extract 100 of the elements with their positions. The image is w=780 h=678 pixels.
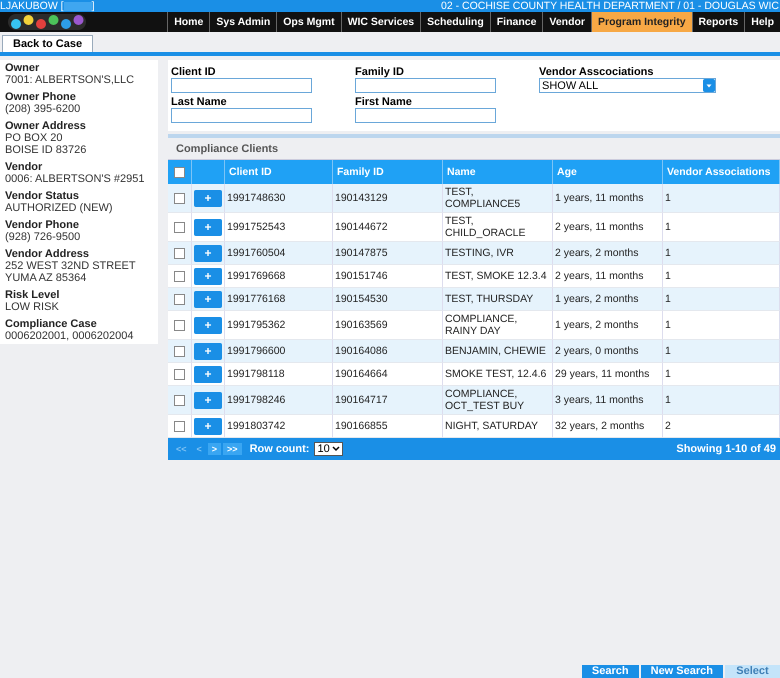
expand-button[interactable]: + — [194, 244, 222, 262]
input-field[interactable] — [171, 78, 312, 93]
table-cell: 1 — [663, 386, 780, 415]
info-value: AUTHORIZED (NEW) — [5, 202, 114, 214]
table-cell: TEST, THURSDAY — [443, 288, 553, 311]
user-name: LJAKUBOW [ — [0, 0, 64, 12]
checkbox[interactable] — [174, 420, 185, 432]
input-field[interactable] — [355, 108, 496, 123]
table-cell: 1 years, 11 months — [553, 184, 663, 213]
row-count-select[interactable]: 10 — [314, 442, 343, 456]
expand-button[interactable]: + — [194, 190, 222, 206]
checkbox[interactable] — [174, 222, 185, 232]
expand-button[interactable]: + — [194, 268, 222, 284]
info-value: (208) 395-6200 — [5, 103, 82, 115]
table-cell: 1 — [663, 184, 780, 213]
checkbox[interactable] — [174, 368, 185, 380]
info-value: 252 WEST 32ND STREET — [5, 260, 137, 272]
table-cell: 1991752543 — [225, 213, 333, 242]
info-value: BOISE ID 83726 — [5, 144, 88, 156]
info-label: Owner Phone — [5, 91, 77, 103]
table-cell: SMOKE TEST, 12.4.6 — [443, 363, 553, 386]
table-cell: COMPLIANCE, OCT_TEST BUY — [443, 386, 553, 415]
column-header: Vendor Associations — [663, 160, 780, 184]
table-cell: 190143129 — [333, 184, 443, 213]
action-button[interactable]: New Search — [640, 665, 723, 678]
pager-button[interactable]: > — [208, 443, 222, 455]
expand-button[interactable]: + — [194, 290, 222, 308]
checkbox[interactable] — [174, 394, 185, 406]
table-cell: 190164086 — [333, 340, 443, 363]
checkbox[interactable] — [174, 248, 185, 258]
table-cell: TEST, CHILD_ORACLE — [443, 213, 553, 242]
field-label: First Name — [355, 96, 413, 108]
table-cell: 190147875 — [333, 242, 443, 265]
table-cell: 2 years, 11 months — [553, 265, 663, 288]
table-cell: 1991798118 — [225, 363, 333, 386]
info-label: Compliance Case — [5, 318, 98, 330]
table-cell: 1 years, 2 months — [553, 288, 663, 311]
table-cell: 1 — [663, 265, 780, 288]
expand-button[interactable]: + — [194, 218, 222, 236]
column-header: Client ID — [225, 160, 333, 184]
table-cell: TESTING, IVR — [443, 242, 553, 265]
expand-button[interactable]: + — [194, 316, 222, 334]
table-cell: 190151746 — [333, 265, 443, 288]
expand-button[interactable]: + — [194, 366, 222, 382]
field-label: Family ID — [355, 66, 405, 78]
checkbox[interactable] — [174, 166, 185, 178]
caret-icon — [703, 79, 715, 92]
info-value: (928) 726-9500 — [5, 231, 82, 243]
back-to-case-button[interactable]: Back to Case — [2, 35, 94, 52]
table-cell: BENJAMIN, CHEWIE — [443, 340, 553, 363]
input-field[interactable] — [355, 78, 496, 93]
table-cell: 1991795362 — [225, 311, 333, 340]
expand-button[interactable]: + — [194, 342, 222, 360]
info-label: Vendor Status — [5, 190, 80, 202]
caret-icon — [332, 446, 340, 452]
field-label: Client ID — [171, 66, 217, 78]
table-cell: 2 years, 0 months — [553, 340, 663, 363]
nav-tab[interactable]: Program Integrity — [591, 12, 692, 32]
column-header: Family ID — [333, 160, 443, 184]
field-label: Last Name — [171, 96, 228, 108]
dropdown[interactable]: SHOW ALL — [539, 78, 716, 93]
input-field[interactable] — [171, 108, 312, 123]
table-cell: 1 — [663, 340, 780, 363]
info-label: Owner Address — [5, 120, 87, 132]
info-label: Owner — [5, 62, 40, 74]
table-cell: 1991760504 — [225, 242, 333, 265]
checkbox[interactable] — [174, 270, 185, 282]
table-cell: 2 — [663, 415, 780, 438]
info-value: PO BOX 20 — [5, 132, 64, 144]
checkbox[interactable] — [174, 294, 185, 304]
table-cell: 190154530 — [333, 288, 443, 311]
table-cell: 190164717 — [333, 386, 443, 415]
table-cell: TEST, COMPLIANCE5 — [443, 184, 553, 213]
organization-name: 02 - COCHISE COUNTY HEALTH DEPARTMENT / 01 - DOUGLAS WIC — [440, 0, 779, 12]
table-cell: 1 — [663, 242, 780, 265]
table-cell: 1991748630 — [225, 184, 333, 213]
table-cell: 190163569 — [333, 311, 443, 340]
checkbox[interactable] — [174, 192, 185, 204]
checkbox[interactable] — [174, 320, 185, 330]
table-cell: 1991776168 — [225, 288, 333, 311]
field-label: Vendor Asscociations — [539, 66, 655, 78]
table-cell: 32 years, 2 months — [553, 415, 663, 438]
pager-button[interactable]: >> — [223, 443, 242, 455]
info-value: 0006202001, 0006202004 — [5, 330, 134, 342]
expand-button[interactable]: + — [194, 392, 222, 408]
table-cell: 1 — [663, 363, 780, 386]
action-button[interactable]: Search — [582, 665, 639, 678]
table-cell: 1 — [663, 213, 780, 242]
checkbox[interactable] — [174, 346, 185, 356]
table-cell: 190166855 — [333, 415, 443, 438]
table-cell: 1 — [663, 311, 780, 340]
info-value: LOW RISK — [5, 301, 60, 313]
table-cell: 1 — [663, 288, 780, 311]
expand-button[interactable]: + — [194, 418, 222, 434]
table-cell: 2 years, 11 months — [553, 213, 663, 242]
info-label: Risk Level — [5, 289, 60, 301]
table-cell: 190144672 — [333, 213, 443, 242]
row-count-label: Row count: — [250, 443, 310, 455]
table-cell: 1991803742 — [225, 415, 333, 438]
info-label: Vendor Address — [5, 248, 90, 260]
